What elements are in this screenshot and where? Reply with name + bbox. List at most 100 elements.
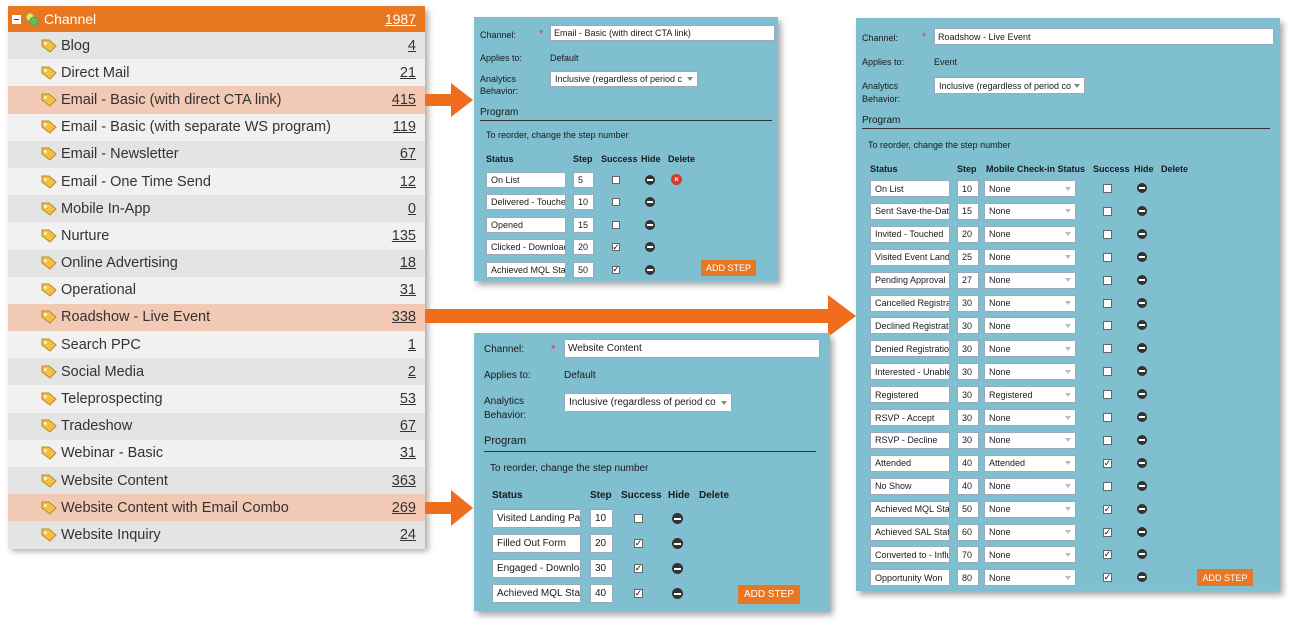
step-number-field[interactable]: 25 bbox=[957, 248, 979, 266]
success-checkbox[interactable]: ✓ bbox=[634, 539, 643, 548]
channel-row[interactable]: Email - One Time Send 12 bbox=[8, 167, 425, 196]
step-number-field[interactable]: 50 bbox=[957, 500, 979, 518]
hide-minus-icon[interactable] bbox=[1137, 572, 1147, 583]
mobile-checkin-select[interactable]: None bbox=[984, 477, 1076, 495]
mobile-checkin-select[interactable]: None bbox=[984, 569, 1076, 587]
step-status-field[interactable]: Converted to - Influenced bbox=[870, 546, 950, 564]
success-checkbox[interactable]: ✓ bbox=[1103, 458, 1112, 468]
mobile-checkin-select[interactable]: None bbox=[984, 500, 1076, 518]
add-step-button[interactable]: ADD STEP bbox=[1197, 569, 1253, 586]
channel-row[interactable]: Mobile In-App 0 bbox=[8, 195, 425, 223]
add-step-button[interactable]: ADD STEP bbox=[701, 260, 756, 276]
channel-row[interactable]: Blog 4 bbox=[8, 32, 425, 60]
success-checkbox[interactable] bbox=[1103, 298, 1112, 308]
success-checkbox[interactable]: ✓ bbox=[612, 265, 620, 274]
hide-minus-icon[interactable] bbox=[1137, 205, 1147, 216]
step-number-field[interactable]: 20 bbox=[573, 239, 594, 256]
hide-minus-icon[interactable] bbox=[645, 242, 655, 253]
success-checkbox[interactable]: ✓ bbox=[1103, 573, 1112, 583]
channel-row[interactable]: Social Media 2 bbox=[8, 358, 425, 386]
step-number-field[interactable]: 30 bbox=[957, 340, 979, 358]
success-checkbox[interactable] bbox=[1103, 206, 1112, 216]
channel-row[interactable]: Email - Basic (with direct CTA link) 415 bbox=[8, 86, 425, 114]
hide-minus-icon[interactable] bbox=[672, 538, 683, 549]
mobile-checkin-select[interactable]: None bbox=[984, 202, 1076, 220]
channel-header[interactable]: Channel 1987 bbox=[8, 6, 425, 32]
hide-minus-icon[interactable] bbox=[672, 563, 683, 574]
hide-minus-icon[interactable] bbox=[1137, 549, 1147, 560]
step-number-field[interactable]: 50 bbox=[573, 261, 594, 278]
step-status-field[interactable]: Denied Registration bbox=[870, 340, 950, 358]
mobile-checkin-select[interactable]: None bbox=[984, 409, 1076, 426]
step-number-field[interactable]: 70 bbox=[957, 546, 979, 564]
channel-count[interactable]: 2 bbox=[408, 364, 416, 380]
channel-row[interactable]: Webinar - Basic 31 bbox=[8, 439, 425, 467]
hide-minus-icon[interactable] bbox=[645, 219, 655, 230]
mobile-checkin-select[interactable]: None bbox=[984, 363, 1076, 381]
mobile-checkin-select[interactable]: None bbox=[984, 180, 1076, 197]
channel-row[interactable]: Operational 31 bbox=[8, 276, 425, 304]
step-status-field[interactable]: No Show bbox=[870, 477, 950, 495]
channel-count[interactable]: 67 bbox=[400, 146, 416, 162]
hide-minus-icon[interactable] bbox=[1137, 183, 1147, 193]
channel-count[interactable]: 4 bbox=[408, 38, 416, 54]
step-status-field[interactable]: RSVP - Decline bbox=[870, 431, 950, 449]
step-status-field[interactable]: Opportunity Won bbox=[870, 569, 950, 587]
step-status-field[interactable]: Invited - Touched bbox=[870, 225, 950, 243]
step-status-field[interactable]: RSVP - Accept bbox=[870, 409, 950, 426]
add-step-button[interactable]: ADD STEP bbox=[738, 585, 800, 604]
step-status-field[interactable]: Interested - Unable bbox=[870, 363, 950, 381]
success-checkbox[interactable] bbox=[1103, 435, 1112, 445]
step-number-field[interactable]: 20 bbox=[590, 534, 613, 553]
step-number-field[interactable]: 40 bbox=[590, 584, 613, 603]
analytics-behavior-select[interactable]: Inclusive (regardless of period c bbox=[550, 71, 698, 87]
step-number-field[interactable]: 30 bbox=[957, 317, 979, 335]
channel-name-field[interactable]: Website Content bbox=[564, 339, 820, 358]
channel-count[interactable]: 24 bbox=[400, 527, 416, 543]
mobile-checkin-select[interactable]: None bbox=[984, 523, 1076, 541]
success-checkbox[interactable] bbox=[1103, 184, 1112, 193]
success-checkbox[interactable] bbox=[1103, 321, 1112, 331]
success-checkbox[interactable] bbox=[1103, 413, 1112, 422]
step-number-field[interactable]: 10 bbox=[957, 180, 979, 197]
channel-count[interactable]: 21 bbox=[400, 65, 416, 81]
success-checkbox[interactable] bbox=[634, 514, 643, 523]
success-checkbox[interactable]: ✓ bbox=[1103, 527, 1112, 537]
hide-minus-icon[interactable] bbox=[645, 264, 655, 275]
channel-count[interactable]: 338 bbox=[392, 309, 416, 325]
channel-total[interactable]: 1987 bbox=[385, 11, 416, 27]
hide-minus-icon[interactable] bbox=[645, 197, 655, 208]
hide-minus-icon[interactable] bbox=[1137, 251, 1147, 262]
hide-minus-icon[interactable] bbox=[1137, 297, 1147, 308]
hide-minus-icon[interactable] bbox=[1137, 457, 1147, 468]
step-status-field[interactable]: Filled Out Form bbox=[492, 534, 581, 553]
channel-row[interactable]: Tradeshow 67 bbox=[8, 412, 425, 440]
channel-row[interactable]: Email - Newsletter 67 bbox=[8, 140, 425, 168]
channel-row[interactable]: Website Inquiry 24 bbox=[8, 521, 425, 549]
step-number-field[interactable]: 10 bbox=[590, 509, 613, 528]
step-status-field[interactable]: Engaged - Download bbox=[492, 559, 581, 578]
hide-minus-icon[interactable] bbox=[1137, 343, 1147, 354]
step-number-field[interactable]: 20 bbox=[957, 225, 979, 243]
step-number-field[interactable]: 27 bbox=[957, 271, 979, 289]
step-status-field[interactable]: Sent Save-the-Date bbox=[870, 202, 950, 220]
success-checkbox[interactable]: ✓ bbox=[634, 589, 643, 598]
step-number-field[interactable]: 30 bbox=[957, 386, 979, 404]
success-checkbox[interactable] bbox=[612, 220, 620, 229]
step-number-field[interactable]: 60 bbox=[957, 523, 979, 541]
delete-x-icon[interactable]: × bbox=[671, 174, 682, 185]
hide-minus-icon[interactable] bbox=[645, 175, 655, 185]
step-status-field[interactable]: Pending Approval bbox=[870, 271, 950, 289]
success-checkbox[interactable] bbox=[1103, 390, 1112, 400]
mobile-checkin-select[interactable]: None bbox=[984, 546, 1076, 564]
mobile-checkin-select[interactable]: Registered bbox=[984, 386, 1076, 404]
channel-count[interactable]: 1 bbox=[408, 337, 416, 353]
channel-row[interactable]: Online Advertising 18 bbox=[8, 249, 425, 277]
hide-minus-icon[interactable] bbox=[1137, 434, 1147, 445]
analytics-behavior-select[interactable]: Inclusive (regardless of period co bbox=[564, 393, 732, 412]
success-checkbox[interactable]: ✓ bbox=[612, 242, 620, 252]
mobile-checkin-select[interactable]: None bbox=[984, 271, 1076, 289]
success-checkbox[interactable] bbox=[1103, 367, 1112, 377]
step-status-field[interactable]: Achieved MQL Status bbox=[492, 584, 581, 603]
mobile-checkin-select[interactable]: Attended bbox=[984, 454, 1076, 472]
